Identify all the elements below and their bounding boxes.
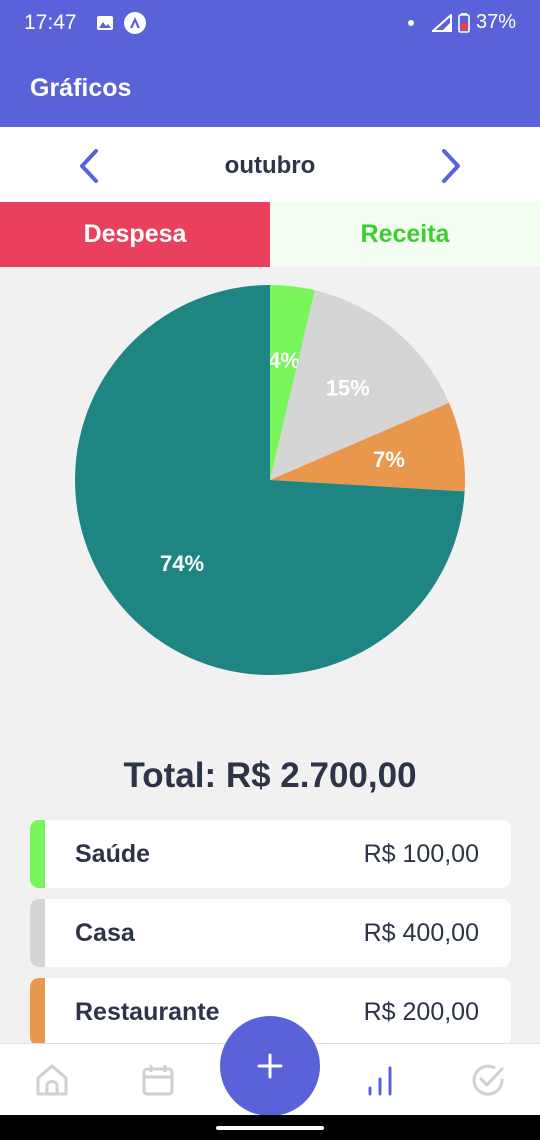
calendar-icon[interactable] <box>140 1062 176 1098</box>
category-color-bar <box>30 899 45 967</box>
notification-dot-icon <box>407 19 414 26</box>
category-name: Saúde <box>75 840 151 868</box>
home-icon[interactable] <box>34 1062 70 1098</box>
category-value: R$ 200,00 <box>363 998 479 1026</box>
status-time: 17:47 <box>24 11 77 34</box>
battery-icon <box>458 12 470 33</box>
tab-receita[interactable]: Receita <box>270 202 540 267</box>
category-name: Casa <box>75 919 135 947</box>
image-icon <box>97 16 113 30</box>
battery-level: 37% <box>475 11 516 33</box>
page-title: Gráficos <box>30 74 132 102</box>
chart-icon[interactable] <box>362 1062 398 1098</box>
app-bar: Gráficos <box>0 46 540 127</box>
add-button[interactable] <box>220 1016 320 1116</box>
home-indicator[interactable] <box>216 1126 324 1130</box>
total-amount: Total: R$ 2.700,00 <box>123 756 417 795</box>
pie-slice-label: 7% <box>373 447 405 472</box>
pie-slice-label: 15% <box>326 375 370 400</box>
type-tabs: Despesa Receita <box>0 202 540 267</box>
check-circle-icon[interactable] <box>470 1062 506 1098</box>
pie-slice-label: 74% <box>160 551 204 576</box>
app-notification-icon <box>124 12 146 34</box>
category-color-bar <box>30 978 45 1046</box>
pie-slice-label: 4% <box>268 348 300 373</box>
tab-despesa[interactable]: Despesa <box>0 202 270 267</box>
month-navigator: outubro <box>0 127 540 202</box>
signal-icon <box>431 13 452 32</box>
chevron-right-icon[interactable] <box>430 146 470 186</box>
category-color-bar <box>30 820 45 888</box>
list-item[interactable]: Casa R$ 400,00 <box>30 899 511 967</box>
category-value: R$ 400,00 <box>363 919 479 947</box>
plus-icon <box>257 1053 283 1079</box>
expense-pie-chart: 4% 15% 7% 74% <box>74 285 466 675</box>
category-value: R$ 100,00 <box>363 840 479 868</box>
status-bar: 17:47 37% <box>0 0 540 46</box>
system-nav-bar <box>0 1115 540 1140</box>
category-name: Restaurante <box>75 998 220 1026</box>
list-item[interactable]: Saúde R$ 100,00 <box>30 820 511 888</box>
